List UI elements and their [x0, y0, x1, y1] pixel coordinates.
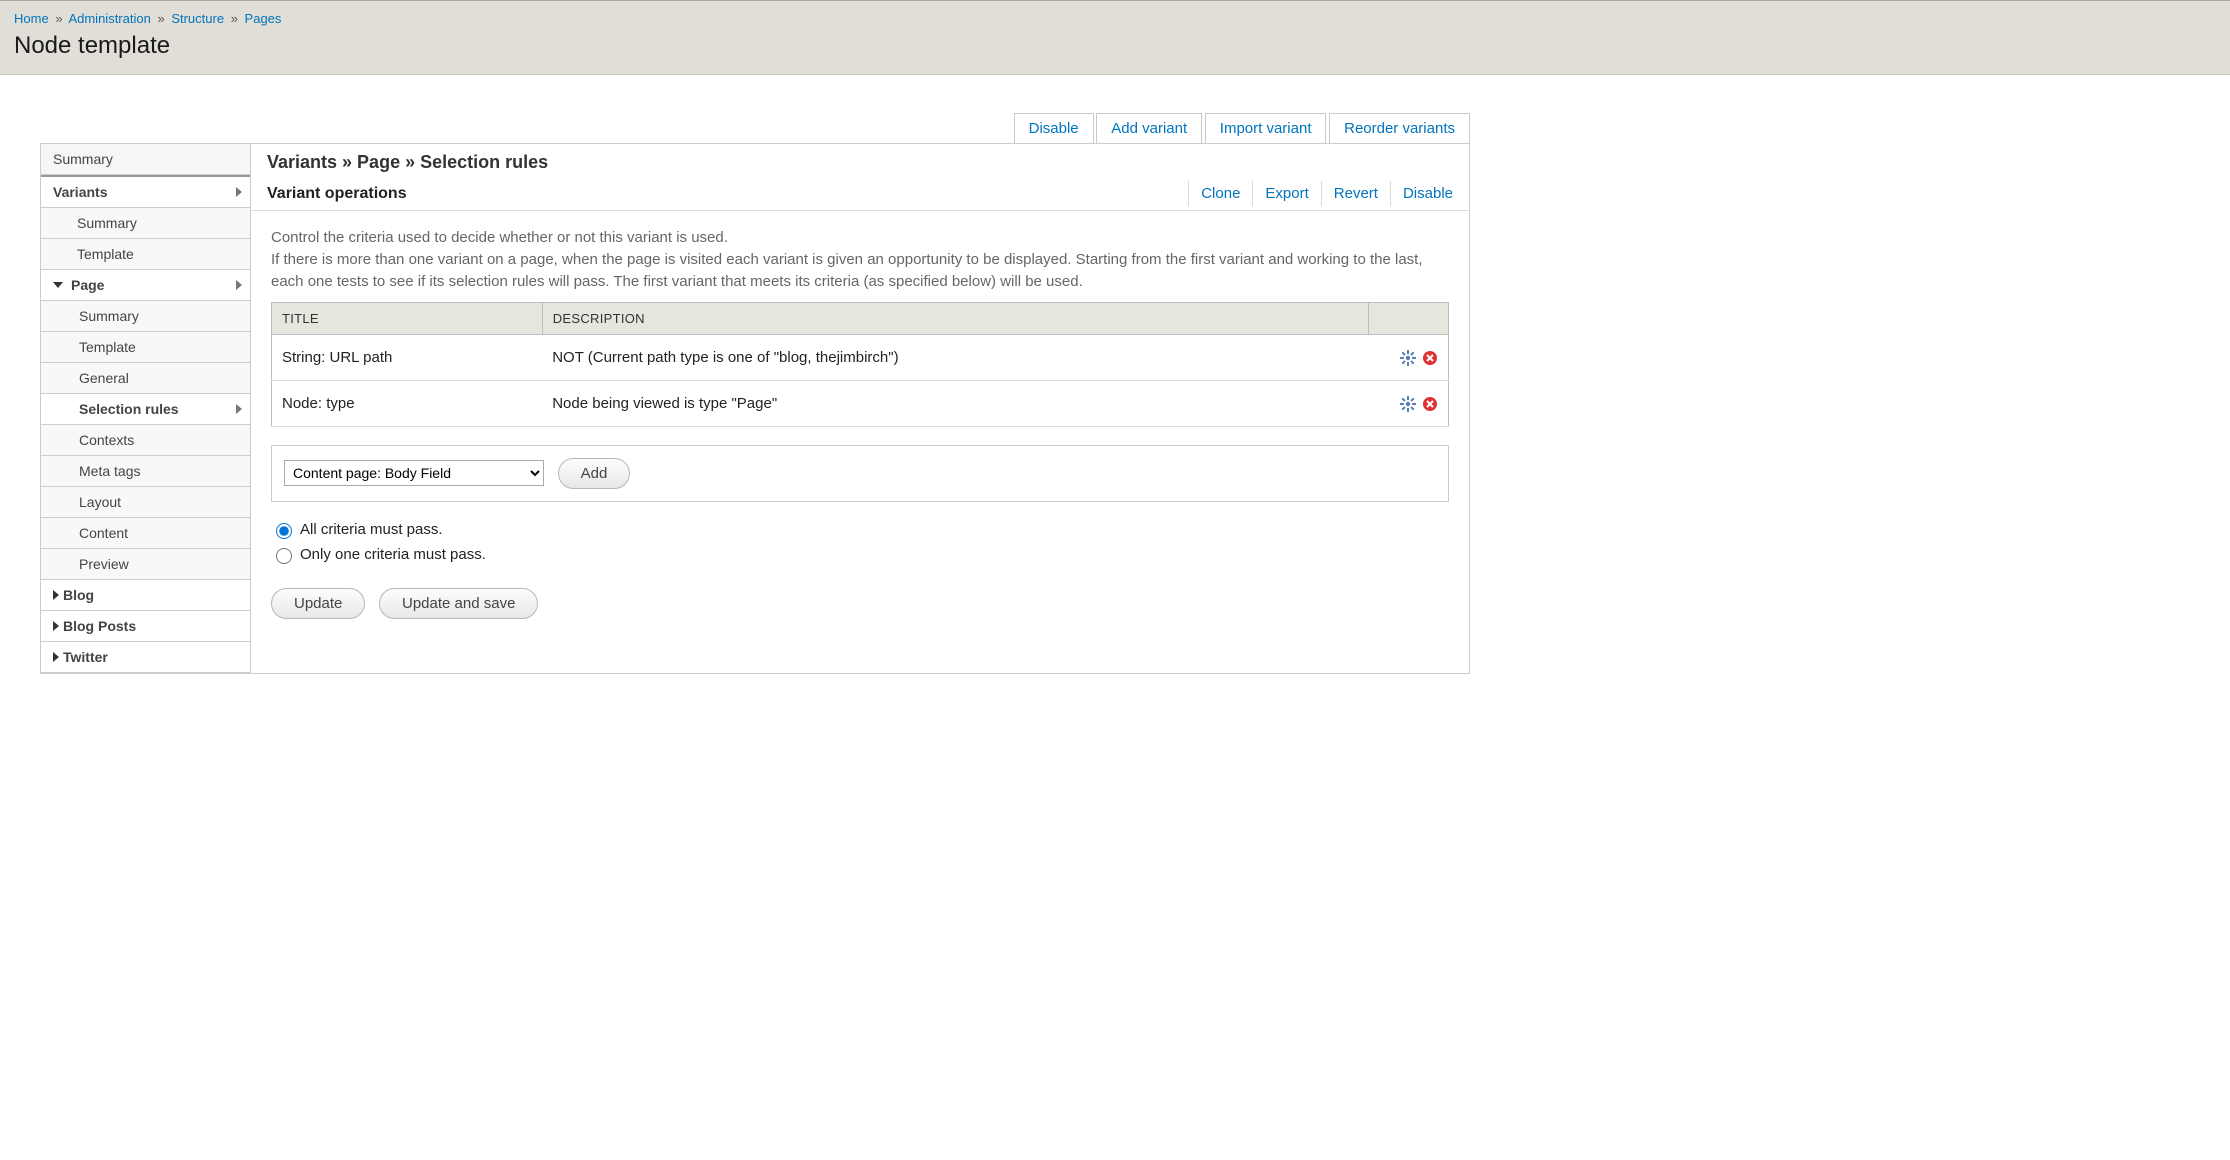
sidebar-item-page-general[interactable]: General — [41, 363, 250, 394]
breadcrumb-administration[interactable]: Administration — [68, 11, 150, 26]
sidebar-item-label: Page — [71, 277, 104, 293]
page-title: Node template — [14, 32, 2216, 60]
breadcrumb-pages[interactable]: Pages — [245, 11, 282, 26]
sidebar-item-page-summary[interactable]: Summary — [41, 301, 250, 332]
radio-all-pass-label: All criteria must pass. — [300, 521, 443, 538]
content-area: Variants » Page » Selection rules Varian… — [251, 144, 1469, 673]
table-row: Node: type Node being viewed is type "Pa… — [272, 381, 1449, 427]
sidebar: Summary Variants Summary Template Page S… — [41, 144, 251, 673]
sidebar-item-blog[interactable]: Blog — [41, 580, 250, 611]
variant-operations-bar: Variant operations Clone Export Revert D… — [251, 177, 1469, 211]
op-revert[interactable]: Revert — [1321, 181, 1390, 206]
sidebar-item-page[interactable]: Page — [41, 270, 250, 301]
sidebar-item-label: Variants — [53, 184, 107, 200]
update-save-button[interactable]: Update and save — [379, 588, 538, 619]
action-tabs: Disable Add variant Import variant Reord… — [40, 113, 1470, 143]
sidebar-item-variants[interactable]: Variants — [41, 175, 250, 208]
page-header: Home » Administration » Structure » Page… — [0, 0, 2230, 75]
variant-operations-links: Clone Export Revert Disable — [1188, 181, 1465, 206]
op-clone[interactable]: Clone — [1188, 181, 1252, 206]
breadcrumb-structure[interactable]: Structure — [171, 11, 224, 26]
gear-icon[interactable] — [1400, 396, 1416, 412]
radio-one-pass[interactable] — [276, 548, 292, 564]
description-line-1: Control the criteria used to decide whet… — [271, 227, 1449, 249]
chevron-right-icon — [53, 652, 59, 662]
tab-add-variant[interactable]: Add variant — [1096, 113, 1202, 143]
sidebar-item-label: Twitter — [63, 649, 108, 665]
breadcrumb-sep: » — [55, 11, 62, 26]
update-button[interactable]: Update — [271, 588, 365, 619]
gear-icon[interactable] — [1400, 350, 1416, 366]
sidebar-item-page-layout[interactable]: Layout — [41, 487, 250, 518]
radio-all-pass[interactable] — [276, 523, 292, 539]
breadcrumb: Home » Administration » Structure » Page… — [14, 11, 2216, 26]
rule-description: Node being viewed is type "Page" — [542, 381, 1368, 427]
col-actions — [1369, 303, 1449, 335]
op-disable[interactable]: Disable — [1390, 181, 1465, 206]
delete-icon[interactable] — [1422, 396, 1438, 412]
sidebar-item-page-selection-rules[interactable]: Selection rules — [41, 394, 250, 425]
rules-table: TITLE DESCRIPTION String: URL path NOT (… — [271, 302, 1449, 427]
sidebar-item-page-template[interactable]: Template — [41, 332, 250, 363]
col-title: TITLE — [272, 303, 543, 335]
tab-disable[interactable]: Disable — [1014, 113, 1094, 143]
sidebar-item-variants-summary[interactable]: Summary — [41, 208, 250, 239]
description-text: Control the criteria used to decide whet… — [251, 211, 1469, 302]
sidebar-item-label: Blog Posts — [63, 618, 136, 634]
criteria-select[interactable]: Content page: Body Field — [284, 460, 544, 486]
chevron-right-icon — [236, 280, 242, 290]
sidebar-item-twitter[interactable]: Twitter — [41, 642, 250, 673]
content-breadcrumb: Variants » Page » Selection rules — [251, 144, 1469, 177]
sidebar-item-page-contexts[interactable]: Contexts — [41, 425, 250, 456]
breadcrumb-sep: » — [231, 11, 238, 26]
table-row: String: URL path NOT (Current path type … — [272, 335, 1449, 381]
logic-radio-group: All criteria must pass. Only one criteri… — [251, 502, 1469, 574]
sidebar-item-page-content[interactable]: Content — [41, 518, 250, 549]
chevron-right-icon — [236, 404, 242, 414]
op-export[interactable]: Export — [1252, 181, 1320, 206]
sidebar-item-variants-template[interactable]: Template — [41, 239, 250, 270]
sidebar-item-label: Blog — [63, 587, 94, 603]
add-criteria-area: Content page: Body Field Add — [271, 445, 1449, 502]
tab-reorder-variants[interactable]: Reorder variants — [1329, 113, 1470, 143]
delete-icon[interactable] — [1422, 350, 1438, 366]
radio-one-pass-label: Only one criteria must pass. — [300, 546, 486, 563]
rule-description: NOT (Current path type is one of "blog, … — [542, 335, 1368, 381]
breadcrumb-sep: » — [157, 11, 164, 26]
sidebar-item-page-preview[interactable]: Preview — [41, 549, 250, 580]
chevron-right-icon — [236, 187, 242, 197]
description-line-2: If there is more than one variant on a p… — [271, 249, 1449, 293]
rule-title: String: URL path — [272, 335, 543, 381]
sidebar-item-page-meta-tags[interactable]: Meta tags — [41, 456, 250, 487]
tab-import-variant[interactable]: Import variant — [1205, 113, 1327, 143]
col-description: DESCRIPTION — [542, 303, 1368, 335]
rule-title: Node: type — [272, 381, 543, 427]
chevron-right-icon — [53, 590, 59, 600]
chevron-down-icon — [53, 282, 63, 288]
form-actions: Update Update and save — [251, 574, 1469, 641]
breadcrumb-home[interactable]: Home — [14, 11, 49, 26]
sidebar-item-label: Selection rules — [79, 401, 179, 417]
chevron-right-icon — [53, 621, 59, 631]
variant-operations-title: Variant operations — [267, 185, 407, 203]
sidebar-item-blog-posts[interactable]: Blog Posts — [41, 611, 250, 642]
add-button[interactable]: Add — [558, 458, 631, 489]
sidebar-item-summary[interactable]: Summary — [41, 144, 250, 175]
